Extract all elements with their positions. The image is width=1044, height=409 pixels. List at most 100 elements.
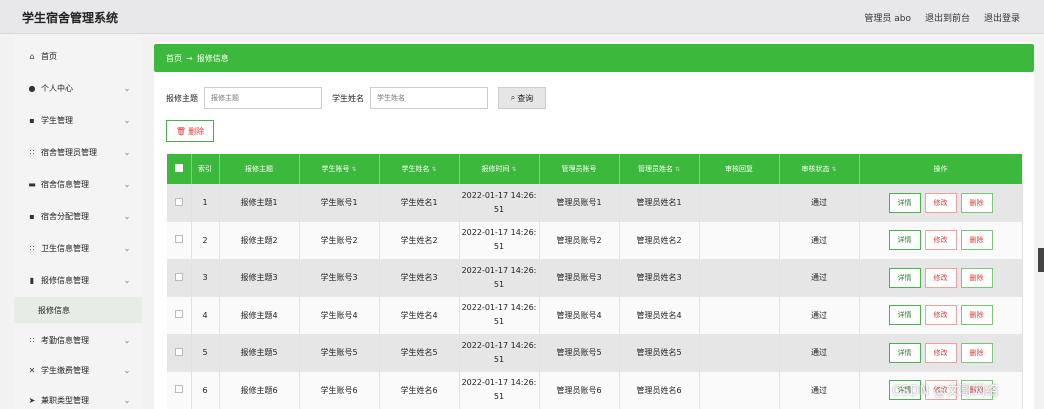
sort-icon[interactable]: ⇅ [831,166,836,173]
sidebar-item-home[interactable]: ⌂ 首页 [14,40,142,72]
detail-button[interactable]: 详情 [888,342,921,363]
breadcrumb: 首页 → 报修信息 [154,44,1034,72]
cell-admin-account: 管理员账号1 [539,184,620,222]
repair-topic-label: 报修主题 [166,93,198,103]
sidebar-item-label: 宿舍管理员管理 [41,147,97,157]
cell-student-name: 学生姓名4 [379,296,460,334]
cell-admin-name: 管理员姓名2 [619,221,700,259]
row-checkbox[interactable] [174,272,183,281]
select-all-checkbox[interactable] [174,164,183,172]
cell-repair-topic: 报修主题5 [219,334,300,372]
chevron-down-icon: ⌄ [123,395,131,405]
header-repair-time[interactable]: 报修时间 ⇅ [459,154,540,184]
cell-review-status: 通过 [779,296,860,334]
cell-student-account: 学生账号4 [299,296,380,334]
row-checkbox[interactable] [174,347,183,356]
cell-repair-topic: 报修主题3 [219,259,300,297]
sidebar-subitem-repair-info[interactable]: 报修信息 [14,297,142,323]
sidebar-item-student-payment-management[interactable]: ✕ 学生缴费管理 ⌄ [14,354,142,386]
edit-button[interactable]: 修改 [924,267,957,288]
header-repair-topic[interactable]: 报修主题 [219,154,300,184]
cell-admin-account: 管理员账号2 [539,221,620,259]
detail-button[interactable]: 详情 [888,267,921,288]
cell-repair-topic: 报修主题4 [219,296,300,334]
breadcrumb-home[interactable]: 首页 [166,53,182,64]
sidebar-item-label: 报修信息管理 [41,275,89,285]
detail-button[interactable]: 详情 [888,192,921,213]
sidebar-item-parttime-type-management[interactable]: ➤ 兼职类型管理 ⌄ [14,384,142,409]
sidebar-item-label: 报修信息 [38,305,70,315]
cell-repair-time: 2022-01-17 14:26: 51 [459,371,540,409]
delete-button[interactable]: 删除 [960,192,993,213]
edit-button[interactable]: 修改 [924,230,957,251]
sidebar-item-attendance-management[interactable]: ∷ 考勤信息管理 ⌄ [14,324,142,356]
sidebar-item-repair-management[interactable]: ▮ 报修信息管理 ⌄ [14,264,142,296]
cell-index: 3 [191,259,220,297]
delete-button[interactable]: 删除 [960,230,993,251]
header-review-status[interactable]: 审核状态 ⇅ [779,154,860,184]
search-row: 报修主题 学生姓名 ⌕ 查询 [166,86,546,110]
header-student-name[interactable]: 学生姓名 ⇅ [379,154,460,184]
table-row: 2 报修主题2 学生账号2 学生姓名2 2022-01-17 14:26: 51 … [167,221,1023,259]
search-button[interactable]: ⌕ 查询 [498,87,546,109]
watermark: CSDN @文哥网络 [892,384,999,399]
cell-review-status: 通过 [779,371,860,409]
cell-repair-time: 2022-01-17 14:26: 51 [459,221,540,259]
edge-scroll-tab[interactable] [1038,248,1044,272]
detail-button[interactable]: 详情 [888,230,921,251]
cell-admin-account: 管理员账号4 [539,296,620,334]
cell-review-status: 通过 [779,184,860,222]
sort-icon[interactable]: ⇅ [431,166,436,173]
row-checkbox[interactable] [174,385,183,394]
exit-to-frontend-link[interactable]: 退出到前台 [925,11,970,24]
sidebar-item-personal-center[interactable]: ● 个人中心 ⌄ [14,72,142,104]
header-admin-account[interactable]: 管理员账号 [539,154,620,184]
sidebar-item-dorm-info-management[interactable]: ▬ 宿舍信息管理 ⌄ [14,168,142,200]
chevron-down-icon: ⌄ [123,365,131,375]
edit-button[interactable]: 修改 [924,192,957,213]
delete-button[interactable]: 删除 [960,305,993,326]
sidebar-item-hygiene-management[interactable]: ∷ 卫生信息管理 ⌄ [14,232,142,264]
row-checkbox[interactable] [174,310,183,319]
sidebar-item-label: 考勤信息管理 [41,335,89,345]
admin-user-link[interactable]: 管理员 abo [864,11,911,24]
delete-button[interactable]: 删除 [960,267,993,288]
cell-student-account: 学生账号3 [299,259,380,297]
cell-review-status: 通过 [779,259,860,297]
repair-topic-input[interactable] [204,87,322,109]
student-name-input[interactable] [370,87,488,109]
sidebar-item-dorm-allocation-management[interactable]: ▪ 宿舍分配管理 ⌄ [14,200,142,232]
delete-button[interactable]: 删除 [960,342,993,363]
sort-icon[interactable]: ⇅ [675,166,680,173]
cell-repair-topic: 报修主题2 [219,221,300,259]
search-button-label: 查询 [517,93,534,103]
sidebar-item-label: 学生管理 [41,115,73,125]
cell-review-reply [699,371,780,409]
header-student-account[interactable]: 学生账号 ⇅ [299,154,380,184]
batch-delete-label: 删除 [188,126,205,136]
detail-button[interactable]: 详情 [888,305,921,326]
sort-icon[interactable]: ⇅ [351,166,356,173]
cell-review-reply [699,259,780,297]
edit-button[interactable]: 修改 [924,305,957,326]
doc-icon: ▪ [29,211,35,221]
edit-button[interactable]: 修改 [924,342,957,363]
header-review-reply[interactable]: 审核回复 [699,154,780,184]
sort-icon[interactable]: ⇅ [511,166,516,173]
row-checkbox[interactable] [174,197,183,206]
sidebar-item-label: 宿舍信息管理 [41,179,89,189]
cell-student-name: 学生姓名3 [379,259,460,297]
batch-delete-button[interactable]: 🗑 删除 [166,120,214,142]
row-checkbox[interactable] [174,235,183,244]
header-admin-name[interactable]: 管理员姓名 ⇅ [619,154,700,184]
select-all-cell[interactable] [167,154,192,184]
sidebar-item-dorm-admin-management[interactable]: ∷ 宿舍管理员管理 ⌄ [14,136,142,168]
logout-link[interactable]: 退出登录 [984,11,1020,24]
chevron-down-icon: ⌄ [123,179,131,189]
sidebar-item-student-management[interactable]: ▪ 学生管理 ⌄ [14,104,142,136]
table-row: 4 报修主题4 学生账号4 学生姓名4 2022-01-17 14:26: 51 … [167,296,1023,334]
cell-repair-topic: 报修主题1 [219,184,300,222]
cell-admin-account: 管理员账号5 [539,334,620,372]
cell-actions: 详情 修改 删除 [859,296,1023,334]
chevron-down-icon: ⌄ [123,147,131,157]
